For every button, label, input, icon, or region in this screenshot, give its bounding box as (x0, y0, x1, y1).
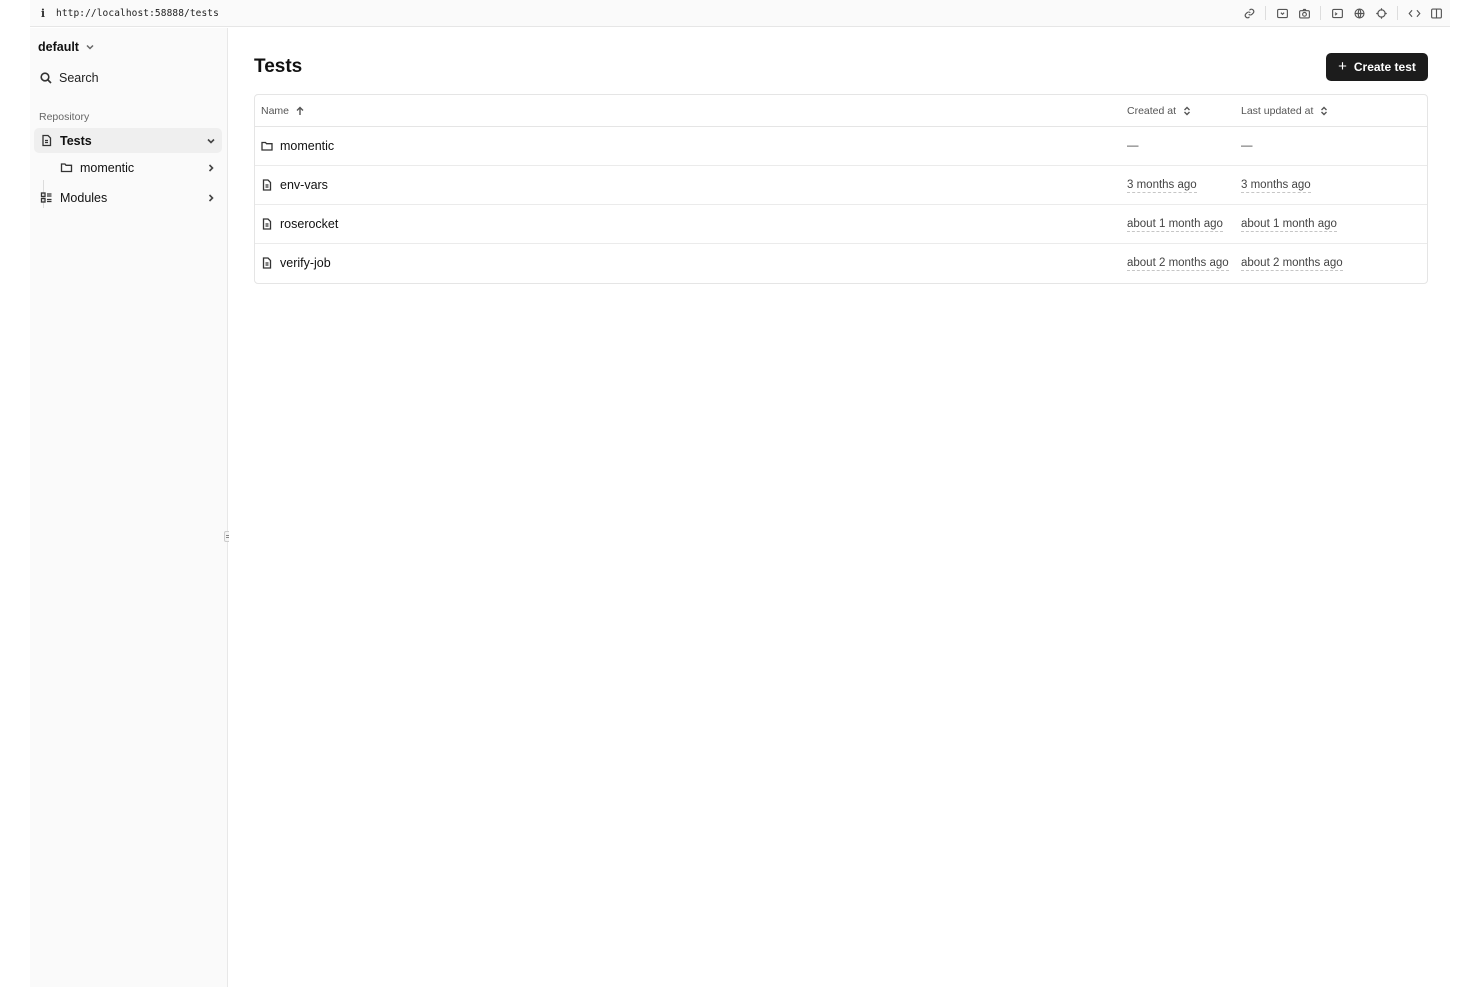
page-title: Tests (254, 56, 303, 77)
row-name-label: roserocket (280, 217, 339, 231)
create-test-button[interactable]: + Create test (1326, 53, 1428, 81)
code-icon[interactable] (1406, 5, 1422, 21)
sidebar-item-tests[interactable]: Tests (34, 128, 222, 153)
camera-icon[interactable] (1296, 5, 1312, 21)
row-name: momentic (261, 139, 334, 153)
create-test-label: Create test (1353, 60, 1416, 74)
toolbar (1235, 4, 1444, 22)
chevron-right-icon[interactable] (206, 192, 216, 202)
chevron-right-icon[interactable] (206, 162, 216, 172)
main-content: Tests + Create test Name Created at Last… (229, 28, 1450, 987)
folder-icon (261, 141, 273, 151)
row-name-label: momentic (280, 139, 335, 153)
file-icon (262, 179, 272, 191)
url-text[interactable]: http://localhost:58888/tests (56, 8, 219, 19)
info-icon[interactable]: i (30, 7, 56, 20)
toolbar-divider (1397, 6, 1398, 20)
updated-at: about 1 month ago (1241, 218, 1337, 232)
created-at: about 1 month ago (1127, 218, 1223, 232)
sidebar-item-label: Modules (60, 190, 108, 205)
row-name: env-vars (261, 178, 328, 192)
crosshair-icon[interactable] (1373, 5, 1389, 21)
search-icon (40, 72, 52, 84)
row-name: verify-job (261, 256, 331, 270)
table-row[interactable]: roserocket about 1 month ago about 1 mon… (255, 205, 1427, 244)
created-at: 3 months ago (1127, 179, 1197, 193)
row-name: roserocket (261, 217, 338, 231)
column-label: Name (261, 105, 290, 117)
file-icon (40, 134, 53, 147)
folder-icon (60, 161, 73, 174)
screenshot-area-icon[interactable] (1274, 5, 1290, 21)
table-header: Name Created at Last updated at (255, 95, 1427, 127)
column-label: Last updated at (1241, 105, 1314, 117)
created-at: about 2 months ago (1127, 257, 1229, 271)
chevron-down-icon[interactable] (206, 135, 216, 145)
file-icon (262, 218, 272, 230)
link-icon[interactable] (1241, 5, 1257, 21)
search-label: Search (59, 71, 99, 85)
split-view-icon[interactable] (1428, 5, 1444, 21)
created-at: — (1127, 140, 1139, 152)
file-icon (262, 257, 272, 269)
column-label: Created at (1127, 105, 1177, 117)
row-name-label: env-vars (280, 178, 328, 192)
sidebar-item-momentic[interactable]: momentic (54, 155, 222, 180)
column-header-name[interactable]: Name (261, 105, 305, 117)
column-header-updated[interactable]: Last updated at (1241, 105, 1329, 117)
updated-at: about 2 months ago (1241, 257, 1343, 271)
sidebar-item-label: momentic (80, 160, 135, 175)
sort-ascending-icon (296, 106, 304, 115)
column-header-created[interactable]: Created at (1127, 105, 1192, 117)
workspace-name: default (38, 40, 79, 54)
sidebar-search[interactable]: Search (40, 71, 99, 85)
chevron-down-icon (86, 44, 94, 50)
modules-icon (40, 191, 53, 204)
sidebar: default Search Repository Tests momentic (30, 28, 231, 987)
table-row[interactable]: verify-job about 2 months ago about 2 mo… (255, 244, 1427, 283)
workspace-switcher[interactable]: default (38, 40, 95, 54)
sort-toggle-icon (1184, 106, 1191, 116)
address-bar: i http://localhost:58888/tests (30, 0, 1450, 27)
tests-table: Name Created at Last updated at momentic (254, 94, 1428, 284)
app-window: i http://localhost:58888/tests default S… (30, 0, 1450, 987)
globe-icon[interactable] (1351, 5, 1367, 21)
table-row[interactable]: momentic — — (255, 127, 1427, 166)
row-name-label: verify-job (280, 256, 331, 270)
sidebar-item-modules[interactable]: Modules (34, 185, 222, 210)
sort-toggle-icon (1321, 106, 1328, 116)
updated-at: 3 months ago (1241, 179, 1311, 193)
updated-at: — (1241, 140, 1253, 152)
sidebar-item-label: Tests (60, 133, 92, 148)
toolbar-divider (1320, 6, 1321, 20)
toolbar-divider (1265, 6, 1266, 20)
terminal-icon[interactable] (1329, 5, 1345, 21)
section-label-repository: Repository (39, 111, 90, 123)
table-row[interactable]: env-vars 3 months ago 3 months ago (255, 166, 1427, 205)
plus-icon: + (1338, 57, 1347, 75)
